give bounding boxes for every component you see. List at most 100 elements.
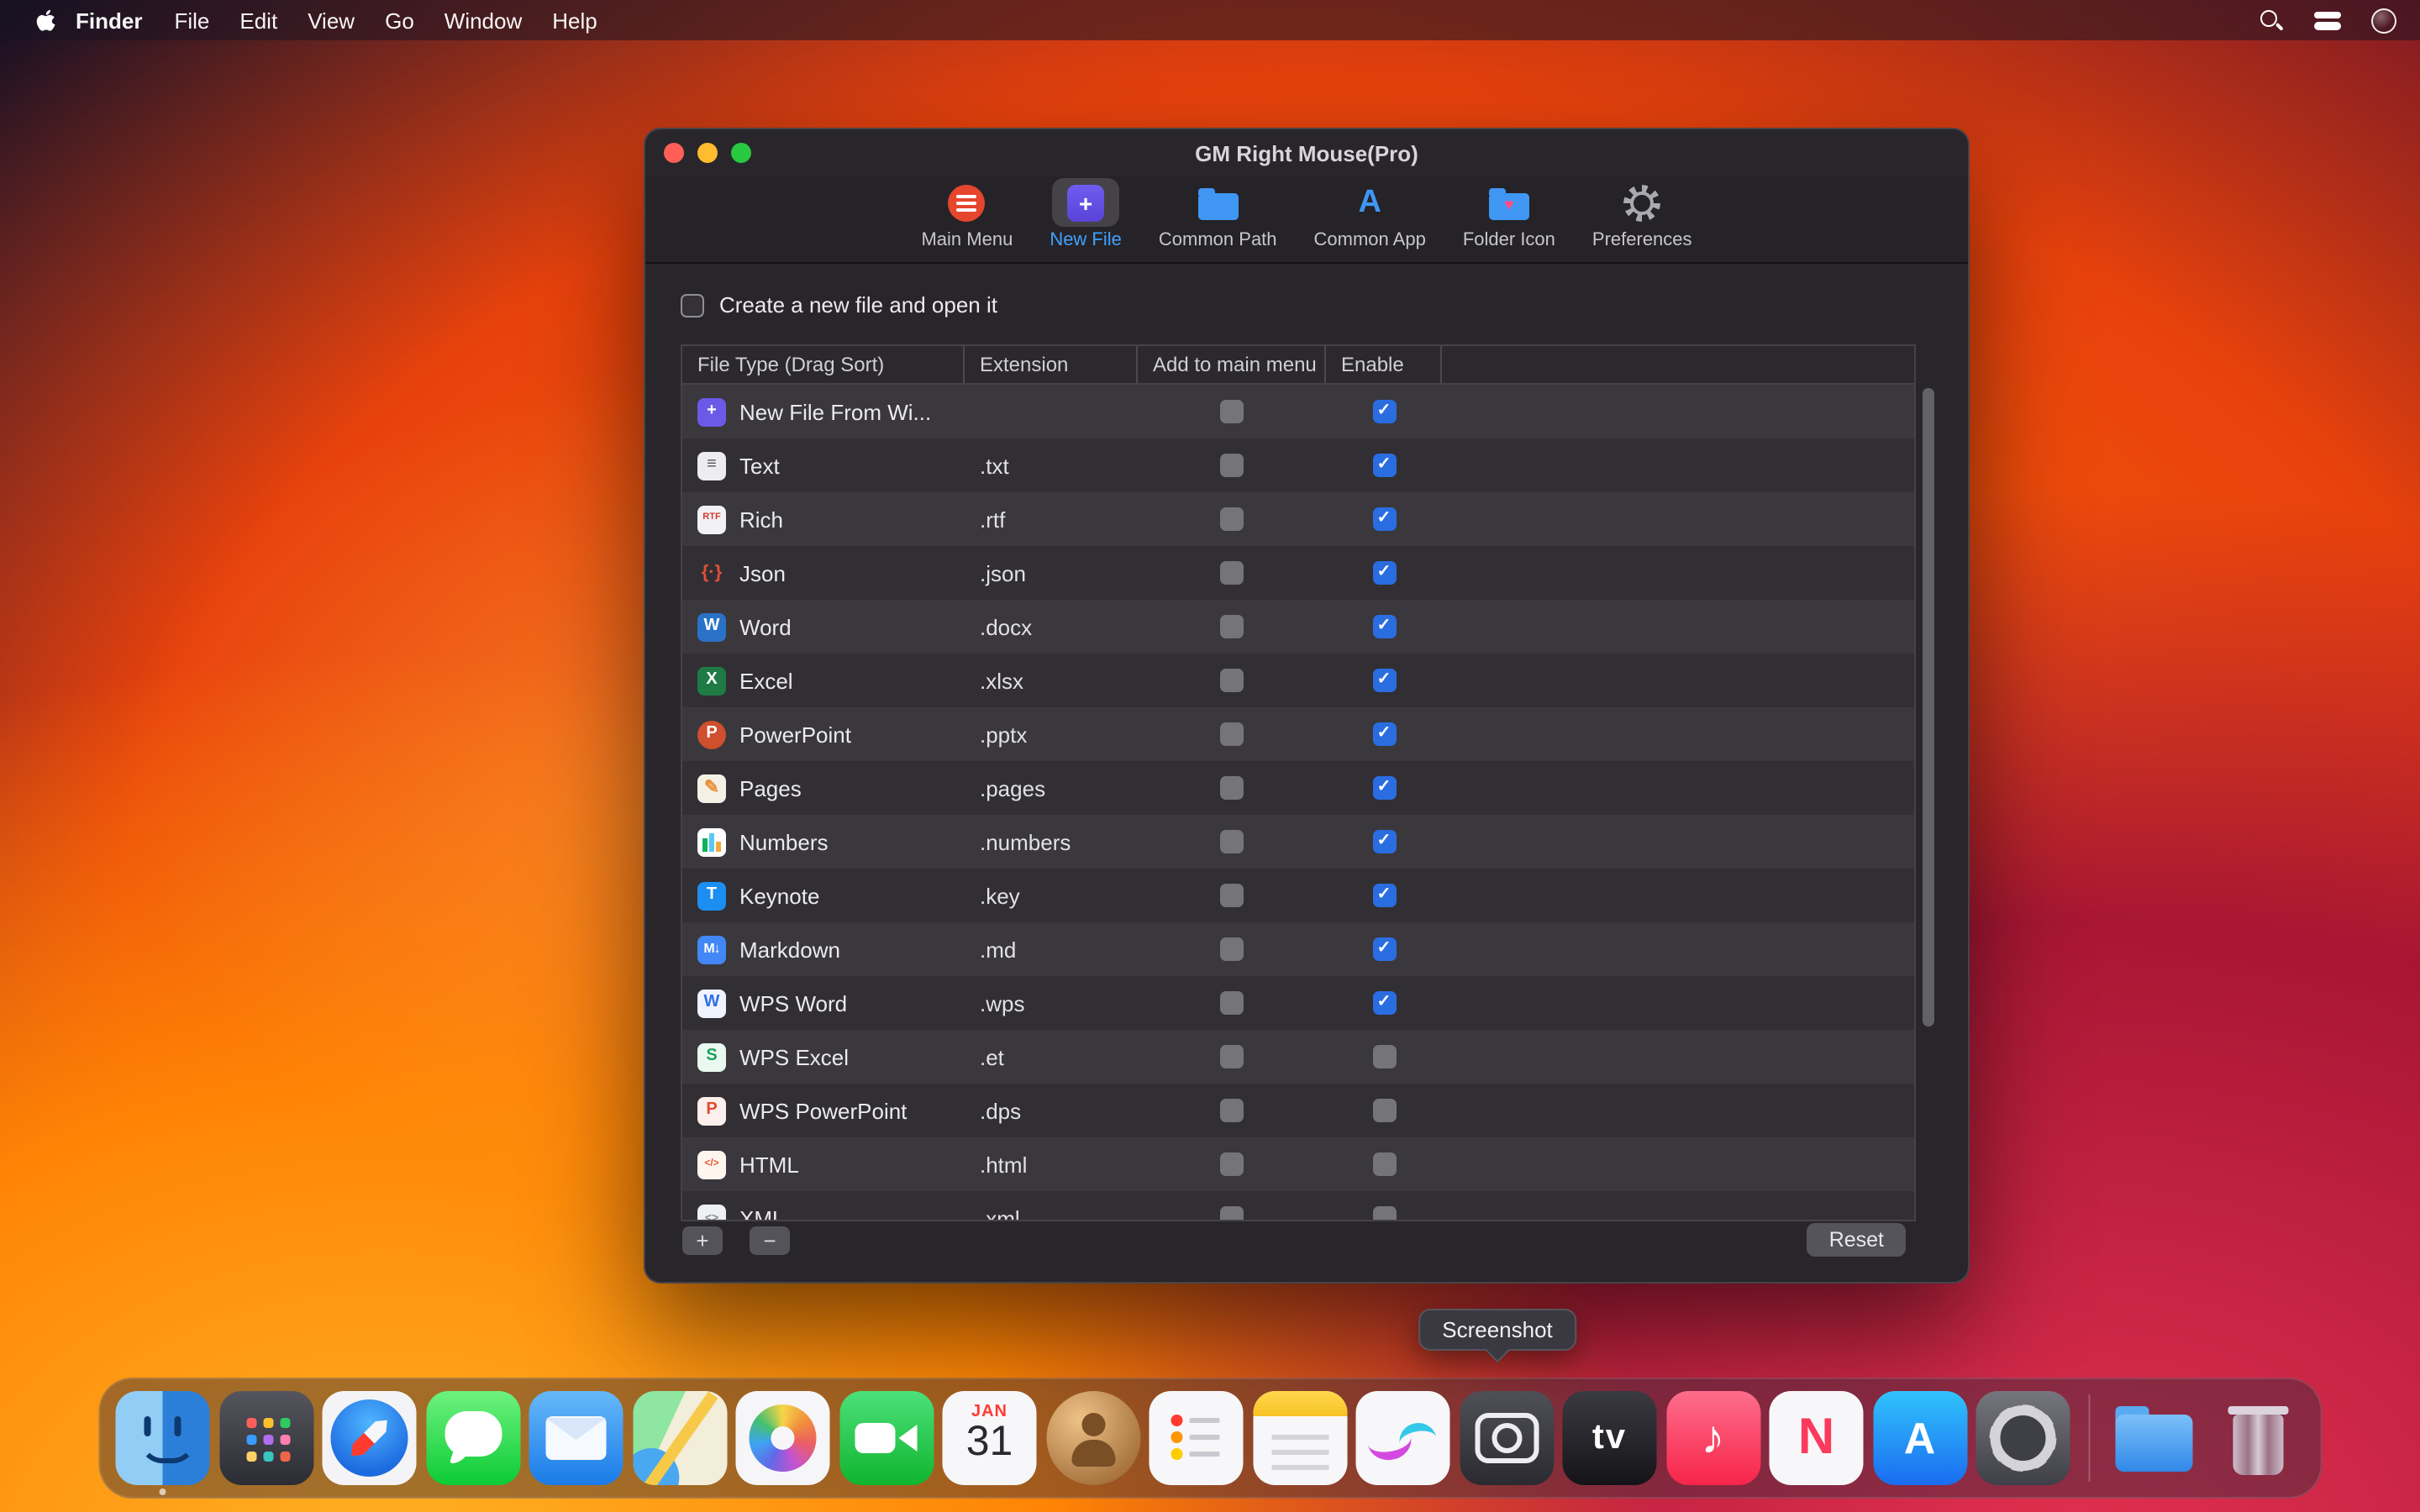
- table-row[interactable]: </>HTML.html: [682, 1137, 1914, 1191]
- add-to-main-menu-checkbox[interactable]: [1220, 776, 1244, 800]
- add-to-main-menu-checkbox[interactable]: [1220, 1099, 1244, 1122]
- add-to-main-menu-checkbox[interactable]: [1220, 507, 1244, 531]
- table-row[interactable]: TKeynote.key✓: [682, 869, 1914, 922]
- close-button[interactable]: [664, 143, 684, 163]
- table-row[interactable]: +New File From Wi...✓: [682, 385, 1914, 438]
- table-row[interactable]: {·}Json.json✓: [682, 546, 1914, 600]
- dock-trash[interactable]: [2211, 1391, 2305, 1485]
- menu-help[interactable]: Help: [552, 8, 597, 33]
- enable-checkbox[interactable]: ✓: [1372, 830, 1396, 853]
- enable-checkbox[interactable]: ✓: [1372, 722, 1396, 746]
- dock-messages[interactable]: [426, 1391, 520, 1485]
- enable-checkbox[interactable]: ✓: [1372, 507, 1396, 531]
- enable-checkbox[interactable]: ✓: [1372, 776, 1396, 800]
- title-bar[interactable]: GM Right Mouse(Pro): [645, 129, 1968, 176]
- tab-main-menu[interactable]: Main Menu: [913, 176, 1021, 252]
- tab-new-file[interactable]: +New File: [1041, 176, 1130, 252]
- dock-mail[interactable]: [529, 1391, 623, 1485]
- dock-music[interactable]: ♪: [1666, 1391, 1760, 1485]
- column-header[interactable]: Extension: [965, 346, 1138, 383]
- dock-maps[interactable]: [633, 1391, 727, 1485]
- table-row[interactable]: SWPS Excel.et: [682, 1030, 1914, 1084]
- menu-go[interactable]: Go: [385, 8, 414, 33]
- enable-checkbox[interactable]: [1372, 1206, 1396, 1220]
- table-row[interactable]: WWPS Word.wps✓: [682, 976, 1914, 1030]
- enable-checkbox[interactable]: ✓: [1372, 454, 1396, 477]
- add-to-main-menu-checkbox[interactable]: [1220, 669, 1244, 692]
- menu-edit[interactable]: Edit: [239, 8, 277, 33]
- table-row[interactable]: PPowerPoint.pptx✓: [682, 707, 1914, 761]
- active-app-name[interactable]: Finder: [76, 8, 142, 33]
- add-to-main-menu-checkbox[interactable]: [1220, 1045, 1244, 1068]
- enable-checkbox[interactable]: ✓: [1372, 615, 1396, 638]
- dock-settings[interactable]: [1976, 1391, 2070, 1485]
- apple-menu-icon[interactable]: [34, 8, 59, 33]
- enable-checkbox[interactable]: ✓: [1372, 400, 1396, 423]
- dock-calendar[interactable]: JAN31: [943, 1391, 1037, 1485]
- table-row[interactable]: RTFRich.rtf✓: [682, 492, 1914, 546]
- enable-checkbox[interactable]: ✓: [1372, 937, 1396, 961]
- enable-checkbox[interactable]: ✓: [1372, 561, 1396, 585]
- table-row[interactable]: M↓Markdown.md✓: [682, 922, 1914, 976]
- add-to-main-menu-checkbox[interactable]: [1220, 615, 1244, 638]
- dock-launchpad[interactable]: [219, 1391, 313, 1485]
- enable-checkbox[interactable]: ✓: [1372, 991, 1396, 1015]
- add-to-main-menu-checkbox[interactable]: [1220, 1152, 1244, 1176]
- menu-extra-icon[interactable]: [2371, 8, 2396, 33]
- dock-safari[interactable]: [323, 1391, 417, 1485]
- remove-row-button[interactable]: −: [750, 1226, 790, 1255]
- menu-view[interactable]: View: [308, 8, 355, 33]
- dock-reminders[interactable]: [1150, 1391, 1244, 1485]
- control-center-icon[interactable]: [2314, 11, 2341, 29]
- dock-appstore[interactable]: A: [1873, 1391, 1967, 1485]
- dock-photos[interactable]: [736, 1391, 830, 1485]
- add-to-main-menu-checkbox[interactable]: [1220, 991, 1244, 1015]
- menu-window[interactable]: Window: [445, 8, 523, 33]
- enable-checkbox[interactable]: [1372, 1099, 1396, 1122]
- create-new-file-checkbox[interactable]: [681, 293, 704, 317]
- dock-appletv[interactable]: tv: [1563, 1391, 1657, 1485]
- dock-contacts[interactable]: [1046, 1391, 1140, 1485]
- table-row[interactable]: ≡Text.txt✓: [682, 438, 1914, 492]
- column-header[interactable]: Enable: [1326, 346, 1442, 383]
- add-to-main-menu-checkbox[interactable]: [1220, 830, 1244, 853]
- table-row[interactable]: PWPS PowerPoint.dps: [682, 1084, 1914, 1137]
- dock-notes[interactable]: [1253, 1391, 1347, 1485]
- table-row[interactable]: Numbers.numbers✓: [682, 815, 1914, 869]
- column-header[interactable]: File Type (Drag Sort): [682, 346, 965, 383]
- dock-screenshot[interactable]: [1460, 1391, 1554, 1485]
- zoom-button[interactable]: [731, 143, 751, 163]
- dock-downloads[interactable]: [2107, 1391, 2202, 1485]
- dock-finder[interactable]: [116, 1391, 210, 1485]
- enable-checkbox[interactable]: [1372, 1045, 1396, 1068]
- dock-facetime[interactable]: [839, 1391, 934, 1485]
- tab-preferences[interactable]: Preferences: [1584, 176, 1701, 252]
- enable-checkbox[interactable]: [1372, 1152, 1396, 1176]
- column-header[interactable]: Add to main menu: [1138, 346, 1326, 383]
- add-to-main-menu-checkbox[interactable]: [1220, 400, 1244, 423]
- dock-freeform[interactable]: [1356, 1391, 1450, 1485]
- table-row[interactable]: WWord.docx✓: [682, 600, 1914, 654]
- dock: JAN31 tv♪NA: [99, 1378, 2322, 1499]
- menu-file[interactable]: File: [174, 8, 209, 33]
- enable-checkbox[interactable]: ✓: [1372, 884, 1396, 907]
- search-icon[interactable]: [2259, 8, 2284, 33]
- add-row-button[interactable]: +: [682, 1226, 723, 1255]
- dock-news[interactable]: N: [1770, 1391, 1864, 1485]
- table-scrollbar[interactable]: [1923, 388, 1934, 1026]
- add-to-main-menu-checkbox[interactable]: [1220, 884, 1244, 907]
- minimize-button[interactable]: [697, 143, 718, 163]
- add-to-main-menu-checkbox[interactable]: [1220, 454, 1244, 477]
- add-to-main-menu-checkbox[interactable]: [1220, 937, 1244, 961]
- enable-checkbox[interactable]: ✓: [1372, 669, 1396, 692]
- table-row[interactable]: <>XML.xml: [682, 1191, 1914, 1220]
- table-row[interactable]: ✎Pages.pages✓: [682, 761, 1914, 815]
- tab-common-path[interactable]: Common Path: [1150, 176, 1286, 252]
- add-to-main-menu-checkbox[interactable]: [1220, 1206, 1244, 1220]
- reset-button[interactable]: Reset: [1807, 1223, 1906, 1257]
- add-to-main-menu-checkbox[interactable]: [1220, 722, 1244, 746]
- add-to-main-menu-checkbox[interactable]: [1220, 561, 1244, 585]
- tab-common-app[interactable]: ACommon App: [1306, 176, 1434, 252]
- tab-folder-icon[interactable]: ♥Folder Icon: [1455, 176, 1564, 252]
- table-row[interactable]: XExcel.xlsx✓: [682, 654, 1914, 707]
